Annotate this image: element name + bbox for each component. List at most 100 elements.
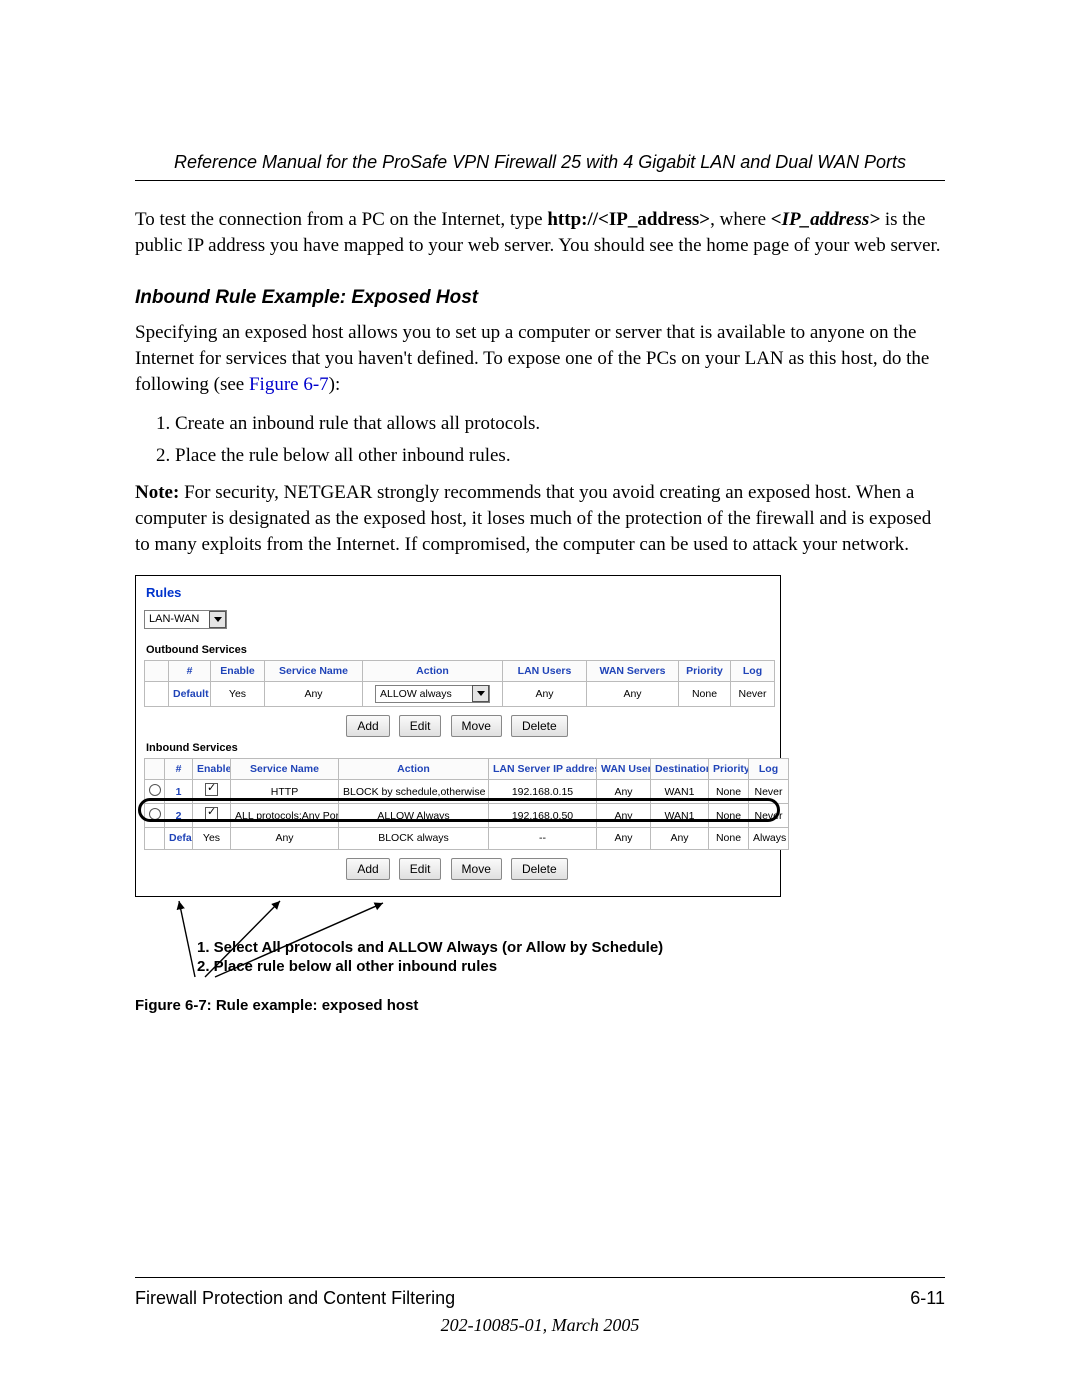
cell-dest: Any — [651, 828, 709, 849]
col-lan: LAN Users — [503, 660, 587, 681]
row-num-link[interactable]: 1 — [176, 786, 182, 798]
cell-wan: Any — [597, 828, 651, 849]
figure-caption: Figure 6-7: Rule example: exposed host — [135, 996, 945, 1016]
add-button[interactable]: Add — [346, 858, 389, 880]
col-priority: Priority — [679, 660, 731, 681]
col-wan: WAN Users — [597, 758, 651, 779]
default-link[interactable]: Default — [169, 832, 193, 844]
para2-post: ): — [329, 374, 341, 395]
col-lanip: LAN Server IP address — [489, 758, 597, 779]
annotation-block: 1. Select All protocols and ALLOW Always… — [135, 939, 779, 977]
cell-dest: WAN1 — [651, 804, 709, 828]
intro-url: http://<IP_address> — [547, 209, 710, 230]
intro-pre: To test the connection from a PC on the … — [135, 209, 547, 230]
inbound-button-row: Add Edit Move Delete — [144, 858, 770, 880]
row-radio[interactable] — [149, 784, 161, 796]
table-header-row: # Enable Service Name Action LAN Server … — [145, 758, 789, 779]
step-1: Create an inbound rule that allows all p… — [175, 411, 945, 437]
edit-button[interactable]: Edit — [399, 858, 442, 880]
cell-service: ALL protocols:Any Port — [231, 804, 339, 828]
delete-button[interactable]: Delete — [511, 858, 568, 880]
footer-section: Firewall Protection and Content Filterin… — [135, 1286, 455, 1310]
delete-button[interactable]: Delete — [511, 715, 568, 737]
cell-service: Any — [231, 828, 339, 849]
cell-priority: None — [679, 681, 731, 706]
col-service: Service Name — [265, 660, 363, 681]
table-header-row: # Enable Service Name Action LAN Users W… — [145, 660, 775, 681]
figure-wrap: Rules LAN-WAN Outbound Services # Enable… — [135, 575, 945, 1016]
intro-ipvar: <IP_address> — [771, 209, 880, 230]
col-action: Action — [339, 758, 489, 779]
lanwan-select-value: LAN-WAN — [149, 612, 207, 627]
col-num: # — [165, 758, 193, 779]
cell-lanip: 192.168.0.15 — [489, 780, 597, 804]
outbound-services-heading: Outbound Services — [146, 643, 770, 658]
note-text: For security, NETGEAR strongly recommend… — [135, 482, 931, 554]
steps-list: Create an inbound rule that allows all p… — [143, 411, 945, 468]
col-enable: Enable — [211, 660, 265, 681]
col-num: # — [169, 660, 211, 681]
cell-enable: Yes — [193, 828, 231, 849]
col-priority: Priority — [709, 758, 749, 779]
cell-service: Any — [265, 681, 363, 706]
move-button[interactable]: Move — [451, 858, 502, 880]
action-select[interactable]: ALLOW always — [375, 685, 490, 703]
intro-paragraph: To test the connection from a PC on the … — [135, 207, 945, 258]
note-label: Note: — [135, 482, 179, 503]
cell-lan: Any — [503, 681, 587, 706]
col-log: Log — [749, 758, 789, 779]
add-button[interactable]: Add — [346, 715, 389, 737]
lanwan-select[interactable]: LAN-WAN — [144, 610, 227, 629]
cell-wan: Any — [587, 681, 679, 706]
cell-dest: WAN1 — [651, 780, 709, 804]
footer-docid: 202-10085-01, March 2005 — [135, 1313, 945, 1337]
outbound-table: # Enable Service Name Action LAN Users W… — [144, 660, 775, 707]
header-rule — [135, 180, 945, 181]
default-link[interactable]: Default — [173, 688, 209, 700]
cell-log: Always — [749, 828, 789, 849]
table-row: Default Yes Any BLOCK always -- Any Any … — [145, 828, 789, 849]
row-radio[interactable] — [149, 808, 161, 820]
page-footer: Firewall Protection and Content Filterin… — [135, 1277, 945, 1337]
move-button[interactable]: Move — [451, 715, 502, 737]
footer-rule — [135, 1277, 945, 1278]
note-paragraph: Note: For security, NETGEAR strongly rec… — [135, 480, 945, 557]
col-service: Service Name — [231, 758, 339, 779]
row-num-link[interactable]: 2 — [176, 810, 182, 822]
figure-xref[interactable]: Figure 6-7 — [249, 374, 329, 395]
cell-action: BLOCK always — [339, 828, 489, 849]
footer-pagenum: 6-11 — [910, 1286, 945, 1310]
page: Reference Manual for the ProSafe VPN Fir… — [0, 0, 1080, 1397]
rules-screenshot: Rules LAN-WAN Outbound Services # Enable… — [135, 575, 781, 896]
chevron-down-icon[interactable] — [472, 685, 489, 702]
col-dest: Destination — [651, 758, 709, 779]
cell-log: Never — [749, 804, 789, 828]
edit-button[interactable]: Edit — [399, 715, 442, 737]
enable-checkbox[interactable]: ✓ — [205, 807, 218, 820]
cell-priority: None — [709, 780, 749, 804]
table-row: 2 ✓ ALL protocols:Any Port ALLOW Always … — [145, 804, 789, 828]
cell-enable: Yes — [211, 681, 265, 706]
step-2: Place the rule below all other inbound r… — [175, 443, 945, 469]
chevron-down-icon[interactable] — [209, 611, 226, 628]
cell-wan: Any — [597, 804, 651, 828]
running-header: Reference Manual for the ProSafe VPN Fir… — [135, 150, 945, 174]
cell-service: HTTP — [231, 780, 339, 804]
cell-log: Never — [731, 681, 775, 706]
col-wan: WAN Servers — [587, 660, 679, 681]
inbound-services-heading: Inbound Services — [146, 741, 770, 756]
annotation-line-1: 1. Select All protocols and ALLOW Always… — [197, 939, 779, 958]
col-radio — [145, 660, 169, 681]
col-log: Log — [731, 660, 775, 681]
subheading: Inbound Rule Example: Exposed Host — [135, 285, 945, 311]
action-select-value: ALLOW always — [380, 687, 470, 701]
cell-action: BLOCK by schedule,otherwise allow — [339, 780, 489, 804]
cell-priority: None — [709, 804, 749, 828]
enable-checkbox[interactable]: ✓ — [205, 783, 218, 796]
table-row: 1 ✓ HTTP BLOCK by schedule,otherwise all… — [145, 780, 789, 804]
inbound-table: # Enable Service Name Action LAN Server … — [144, 758, 789, 850]
annotation-line-2: 2. Place rule below all other inbound ru… — [197, 958, 779, 977]
cell-lanip: 192.168.0.50 — [489, 804, 597, 828]
col-action: Action — [363, 660, 503, 681]
intro-mid: , where — [710, 209, 771, 230]
